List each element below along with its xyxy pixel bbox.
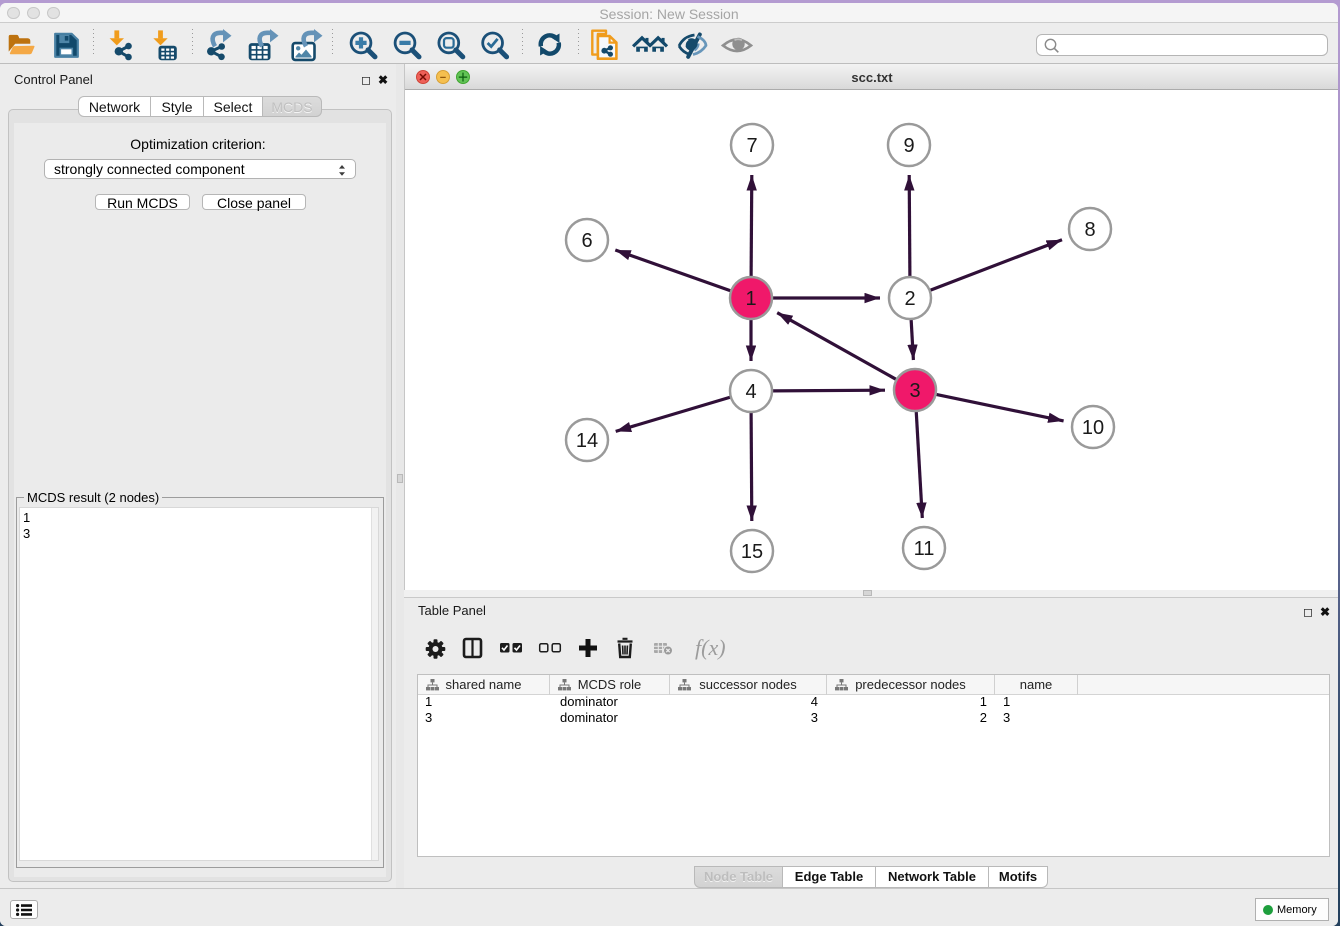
svg-text:11: 11 — [914, 538, 935, 560]
svg-text:14: 14 — [576, 430, 598, 452]
svg-text:9: 9 — [903, 135, 914, 157]
svg-text:4: 4 — [745, 381, 756, 403]
svg-text:7: 7 — [746, 135, 757, 157]
svg-text:6: 6 — [581, 230, 592, 252]
svg-text:2: 2 — [904, 288, 915, 310]
svg-text:15: 15 — [741, 541, 763, 563]
svg-text:3: 3 — [909, 380, 920, 402]
svg-text:1: 1 — [745, 288, 756, 310]
svg-text:8: 8 — [1084, 219, 1095, 241]
svg-text:10: 10 — [1082, 417, 1104, 439]
svg-text:f(x): f(x) — [695, 636, 726, 660]
